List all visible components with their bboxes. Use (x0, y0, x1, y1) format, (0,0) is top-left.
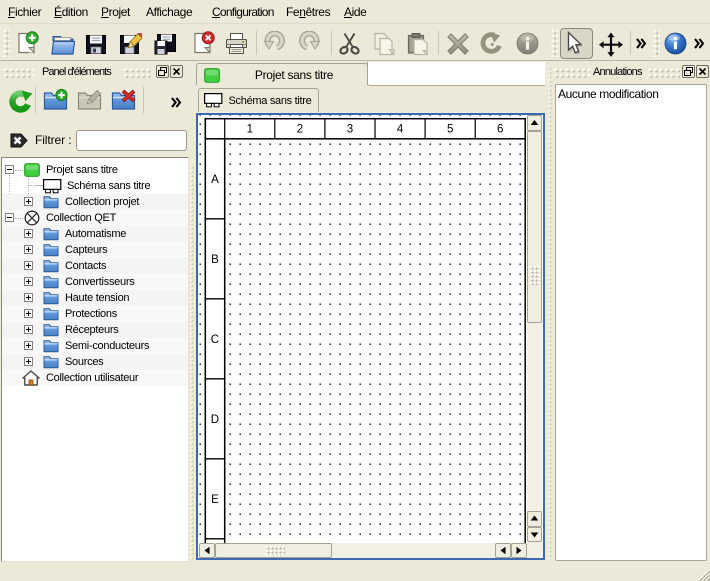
svg-text:6: 6 (496, 123, 502, 135)
svg-text:E: E (211, 494, 219, 506)
svg-text:4: 4 (396, 123, 403, 135)
svg-text:3: 3 (346, 123, 352, 135)
svg-text:5: 5 (446, 123, 452, 135)
svg-text:2: 2 (296, 123, 302, 135)
svg-text:D: D (210, 414, 218, 426)
svg-text:1: 1 (246, 123, 252, 135)
svg-text:B: B (211, 254, 219, 266)
svg-text:C: C (210, 334, 218, 346)
svg-text:A: A (211, 174, 219, 186)
